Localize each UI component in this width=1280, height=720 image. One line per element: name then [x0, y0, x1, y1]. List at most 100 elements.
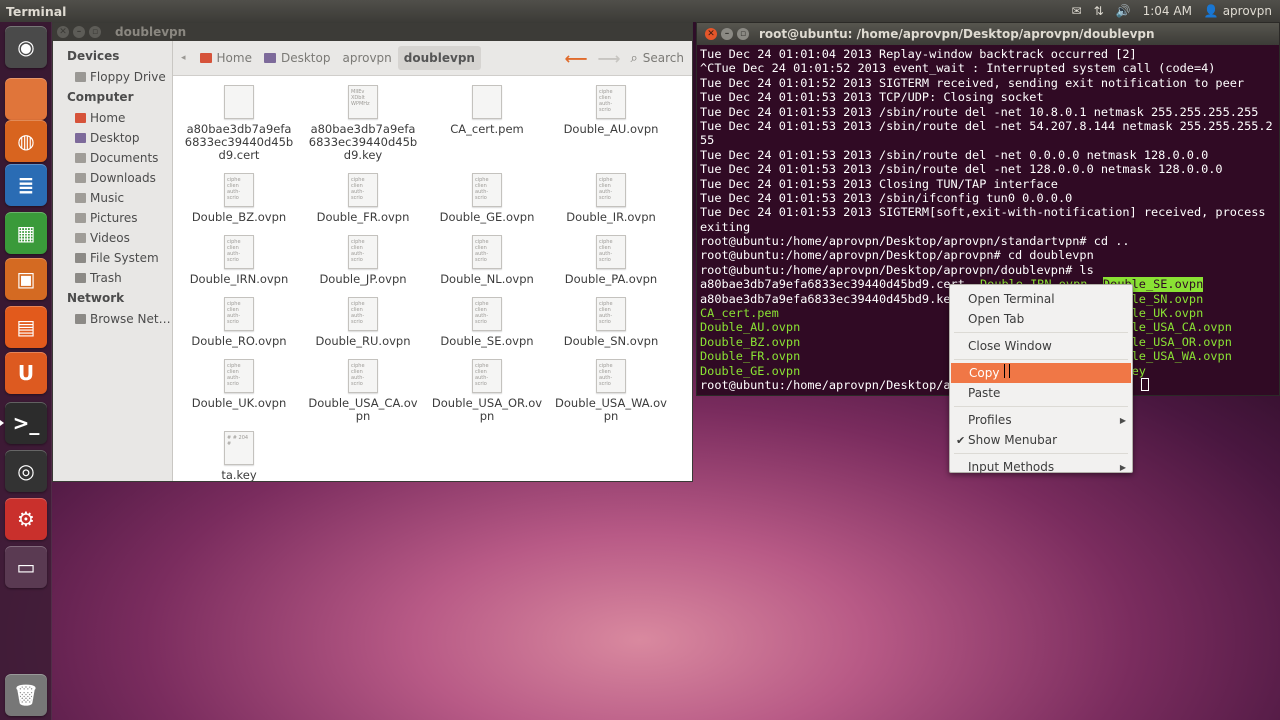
- sidebar-item-label: Browse Net…: [90, 312, 171, 326]
- file-name: Double_AU.ovpn: [563, 122, 659, 136]
- minimize-icon[interactable]: –: [721, 28, 733, 40]
- sidebar-item[interactable]: Browse Net…: [53, 309, 172, 329]
- folder-icon: [75, 173, 86, 183]
- file-icon: ciphe clien auth- scrio: [472, 297, 502, 331]
- breadcrumb-item[interactable]: Home: [194, 46, 258, 70]
- file-item[interactable]: CA_cert.pem: [425, 85, 549, 136]
- menu-item-label: Open Terminal: [968, 292, 1055, 306]
- launcher-workspaces-icon[interactable]: ▭: [5, 546, 47, 588]
- terminal-title: root@ubuntu: /home/aprovpn/Desktop/aprov…: [759, 27, 1155, 41]
- menu-item-show-menubar[interactable]: ✔ Show Menubar: [950, 430, 1132, 450]
- terminal-titlebar[interactable]: ✕ – ▫ root@ubuntu: /home/aprovpn/Desktop…: [697, 23, 1279, 45]
- sidebar-item[interactable]: Floppy Drive: [53, 67, 172, 87]
- menu-item-profiles[interactable]: Profiles ▶: [950, 410, 1132, 430]
- sidebar-item[interactable]: Music: [53, 188, 172, 208]
- terminal-line: Tue Dec 24 01:01:53 2013 /sbin/route del…: [700, 118, 1273, 133]
- minimize-icon[interactable]: –: [73, 26, 85, 38]
- ls-entry: Double_FR.ovpn: [700, 349, 801, 364]
- file-item[interactable]: ciphe clien auth- scrio Double_RO.ovpn: [177, 297, 301, 348]
- file-item[interactable]: ciphe clien auth- scrio Double_RU.ovpn: [301, 297, 425, 348]
- file-item[interactable]: ciphe clien auth- scrio Double_USA_CA.ovp…: [301, 359, 425, 423]
- chevron-left-icon[interactable]: ◂: [181, 53, 186, 63]
- sidebar-item-label: Documents: [90, 151, 159, 165]
- volume-icon[interactable]: 🔊: [1116, 4, 1131, 18]
- forward-arrow-icon[interactable]: ⟶: [598, 49, 621, 68]
- back-arrow-icon[interactable]: ⟵: [565, 49, 588, 68]
- file-item[interactable]: ciphe clien auth- scrio Double_PA.ovpn: [549, 235, 673, 286]
- launcher-libreoffice-impress-icon[interactable]: ▣: [5, 258, 47, 300]
- sidebar-item-label: Pictures: [90, 211, 138, 225]
- sidebar-item-label: Videos: [90, 231, 130, 245]
- maximize-icon[interactable]: ▫: [89, 26, 101, 38]
- folder-icon: [75, 233, 86, 243]
- launcher-files-icon[interactable]: [5, 78, 47, 120]
- sidebar-item[interactable]: Videos: [53, 228, 172, 248]
- file-item[interactable]: ciphe clien auth- scrio Double_SE.ovpn: [425, 297, 549, 348]
- menu-separator: [954, 332, 1128, 333]
- terminal-line: Tue Dec 24 01:01:53 2013 Closing TUN/TAP…: [700, 176, 1058, 191]
- file-item[interactable]: # # 204 # ta.key: [177, 431, 301, 482]
- sidebar-item[interactable]: Downloads: [53, 168, 172, 188]
- ls-entry: a80bae3db7a9efa6833ec39440d45bd9.key: [700, 291, 958, 306]
- prompt-text: root@ubuntu:/home/aprovpn/Desktop/a: [700, 377, 951, 392]
- ls-entry: Double_GE.ovpn: [700, 363, 801, 378]
- menu-item-paste[interactable]: Paste: [950, 383, 1132, 403]
- sidebar-item-label: Floppy Drive: [90, 70, 166, 84]
- sidebar-item[interactable]: Documents: [53, 148, 172, 168]
- file-item[interactable]: ciphe clien auth- scrio Double_USA_WA.ovp…: [549, 359, 673, 423]
- launcher-disk-icon[interactable]: ◎: [5, 450, 47, 492]
- terminal-line: Tue Dec 24 01:01:53 2013 SIGTERM[soft,ex…: [700, 205, 1266, 220]
- menu-item-open-terminal[interactable]: Open Terminal: [950, 289, 1132, 309]
- file-item[interactable]: ciphe clien auth- scrio Double_USA_OR.ovp…: [425, 359, 549, 423]
- file-item[interactable]: ciphe clien auth- scrio Double_IRN.ovpn: [177, 235, 301, 286]
- launcher-libreoffice-writer-icon[interactable]: ≣: [5, 164, 47, 206]
- launcher-libreoffice-calc-icon[interactable]: ▦: [5, 212, 47, 254]
- file-item[interactable]: ciphe clien auth- scrio Double_FR.ovpn: [301, 173, 425, 224]
- sidebar-item[interactable]: File System: [53, 248, 172, 268]
- file-icon: ciphe clien auth- scrio: [348, 359, 378, 393]
- file-item[interactable]: ciphe clien auth- scrio Double_IR.ovpn: [549, 173, 673, 224]
- maximize-icon[interactable]: ▫: [737, 28, 749, 40]
- launcher-dash-home-icon[interactable]: ◉: [5, 26, 47, 68]
- launcher-terminal-icon[interactable]: >_: [5, 402, 47, 444]
- sidebar-item[interactable]: Trash: [53, 268, 172, 288]
- mail-icon[interactable]: ✉: [1072, 4, 1082, 18]
- breadcrumb-item[interactable]: doublevpn: [397, 46, 481, 70]
- sidebar-item[interactable]: Home: [53, 108, 172, 128]
- file-item[interactable]: MIIEv XDblt WPMHz a80bae3db7a9efa6833ec39…: [301, 85, 425, 162]
- breadcrumb-item[interactable]: aprovpn: [336, 46, 397, 70]
- file-manager-titlebar[interactable]: ✕ – ▫ doublevpn: [53, 23, 692, 41]
- search-button[interactable]: ⌕ Search: [630, 51, 684, 66]
- close-icon[interactable]: ✕: [57, 26, 69, 38]
- clock[interactable]: 1:04 AM: [1143, 4, 1192, 18]
- user-menu[interactable]: 👤 aprovpn: [1204, 4, 1272, 18]
- menu-item-copy[interactable]: Copy: [951, 363, 1131, 383]
- launcher-ubuntu-one-icon[interactable]: U: [5, 352, 47, 394]
- menu-item-input-methods[interactable]: Input Methods ▶: [950, 457, 1132, 477]
- file-item[interactable]: ciphe clien auth- scrio Double_AU.ovpn: [549, 85, 673, 136]
- file-item[interactable]: ciphe clien auth- scrio Double_GE.ovpn: [425, 173, 549, 224]
- file-item[interactable]: ciphe clien auth- scrio Double_NL.ovpn: [425, 235, 549, 286]
- breadcrumb-item[interactable]: Desktop: [258, 46, 337, 70]
- file-item[interactable]: ciphe clien auth- scrio Double_JP.ovpn: [301, 235, 425, 286]
- network-icon[interactable]: ⇅: [1094, 4, 1104, 18]
- terminal-line: ^CTue Dec 24 01:01:52 2013 event_wait : …: [700, 61, 1216, 76]
- folder-icon: [75, 253, 86, 263]
- menu-item-open-tab[interactable]: Open Tab: [950, 309, 1132, 329]
- close-icon[interactable]: ✕: [705, 28, 717, 40]
- menu-item-close-window[interactable]: Close Window: [950, 336, 1132, 356]
- ls-entry: Double_AU.ovpn: [700, 320, 801, 335]
- launcher-software-center-icon[interactable]: ▤: [5, 306, 47, 348]
- file-item[interactable]: ciphe clien auth- scrio Double_UK.ovpn: [177, 359, 301, 410]
- launcher-trash-icon[interactable]: 🗑: [5, 674, 47, 716]
- launcher-settings-icon[interactable]: ⚙: [5, 498, 47, 540]
- file-item[interactable]: ciphe clien auth- scrio Double_BZ.ovpn: [177, 173, 301, 224]
- file-item[interactable]: ciphe clien auth- scrio Double_SN.ovpn: [549, 297, 673, 348]
- sidebar-item[interactable]: Pictures: [53, 208, 172, 228]
- launcher-firefox-icon[interactable]: ◍: [5, 120, 47, 162]
- file-icon: ciphe clien auth- scrio: [596, 359, 626, 393]
- file-item[interactable]: a80bae3db7a9efa6833ec39440d45bd9.cert: [177, 85, 301, 162]
- menu-item-label: Input Methods: [968, 460, 1055, 474]
- terminal-line: Tue Dec 24 01:01:52 2013 SIGTERM receive…: [700, 75, 1245, 90]
- sidebar-item[interactable]: Desktop: [53, 128, 172, 148]
